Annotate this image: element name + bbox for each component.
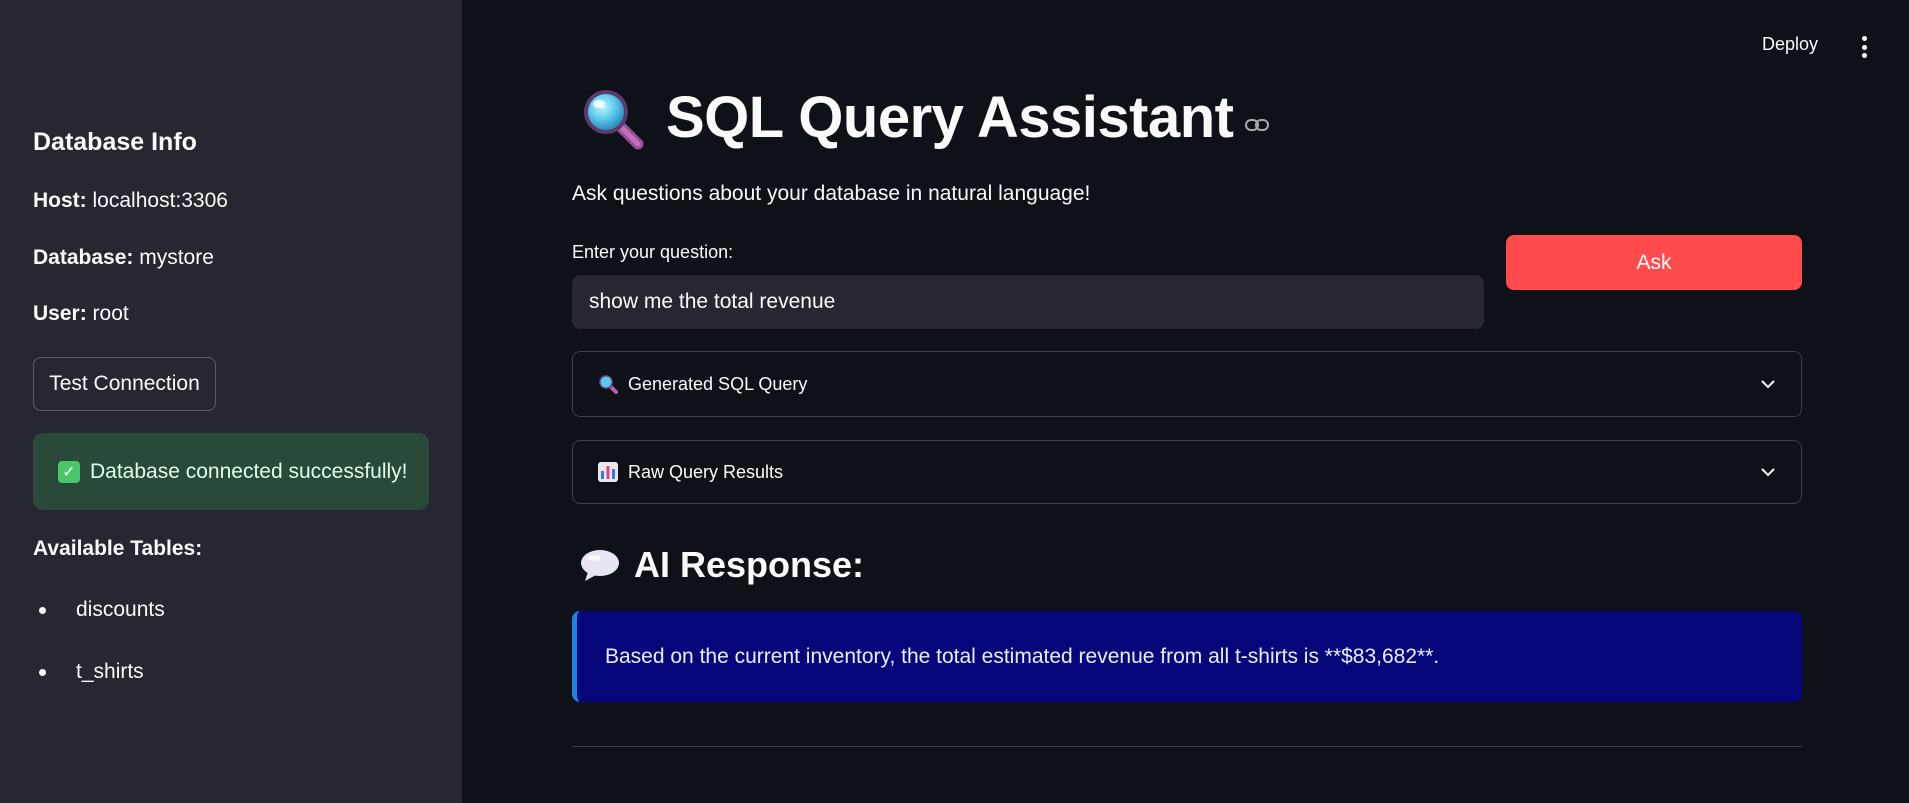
chevron-down-icon [1760, 467, 1776, 477]
app-root: Database Info Host: localhost:3306 Datab… [0, 0, 1909, 803]
user-value: root [92, 302, 129, 325]
user-label: User: [33, 302, 87, 325]
page-title-row: SQL Query Assistant [580, 84, 1270, 151]
bar-chart-icon [598, 462, 618, 482]
host-label: Host: [33, 189, 87, 212]
table-name: discounts [76, 598, 165, 621]
database-value: mystore [139, 246, 214, 269]
sidebar: Database Info Host: localhost:3306 Datab… [0, 0, 462, 803]
list-item: discounts [33, 598, 165, 622]
deploy-button[interactable]: Deploy [1762, 34, 1818, 55]
ai-response-box: Based on the current inventory, the tota… [572, 611, 1802, 702]
chevron-down-icon [1760, 379, 1776, 389]
expander-label: Raw Query Results [628, 461, 784, 482]
database-label: Database: [33, 246, 134, 269]
question-input[interactable] [572, 275, 1484, 329]
success-message: Database connected successfully! [90, 459, 408, 483]
magnifying-glass-icon [598, 374, 618, 394]
table-name: t_shirts [76, 660, 144, 683]
check-icon: ✓ [58, 460, 80, 483]
success-alert: ✓ Database connected successfully! [33, 433, 429, 510]
page-title: SQL Query Assistant [666, 85, 1234, 150]
list-item: t_shirts [33, 660, 144, 684]
host-info: Host: localhost:3306 [33, 189, 228, 213]
ai-response-text: Based on the current inventory, the tota… [605, 644, 1440, 668]
user-info: User: root [33, 302, 129, 326]
page-subtitle: Ask questions about your database in nat… [572, 182, 1091, 205]
database-info: Database: mystore [33, 246, 214, 270]
sidebar-title: Database Info [33, 128, 197, 156]
link-icon[interactable] [1245, 118, 1270, 132]
question-label: Enter your question: [572, 242, 734, 262]
tables-title: Available Tables: [33, 537, 203, 560]
raw-results-expander[interactable]: Raw Query Results [572, 440, 1802, 504]
host-value: localhost:3306 [92, 189, 228, 212]
test-connection-button[interactable]: Test Connection [33, 357, 216, 411]
divider [572, 746, 1802, 747]
vertical-ellipsis-icon[interactable] [1861, 36, 1867, 58]
expander-label: Generated SQL Query [628, 373, 808, 394]
ai-response-title: AI Response: [634, 544, 865, 585]
ai-response-header: AI Response: [580, 544, 864, 586]
ask-button[interactable]: Ask [1506, 235, 1802, 290]
magnifying-glass-icon [584, 89, 644, 149]
generated-sql-expander[interactable]: Generated SQL Query [572, 351, 1802, 417]
speech-bubble-icon [581, 550, 619, 581]
bullet-icon [39, 668, 46, 676]
bullet-icon [39, 606, 46, 614]
